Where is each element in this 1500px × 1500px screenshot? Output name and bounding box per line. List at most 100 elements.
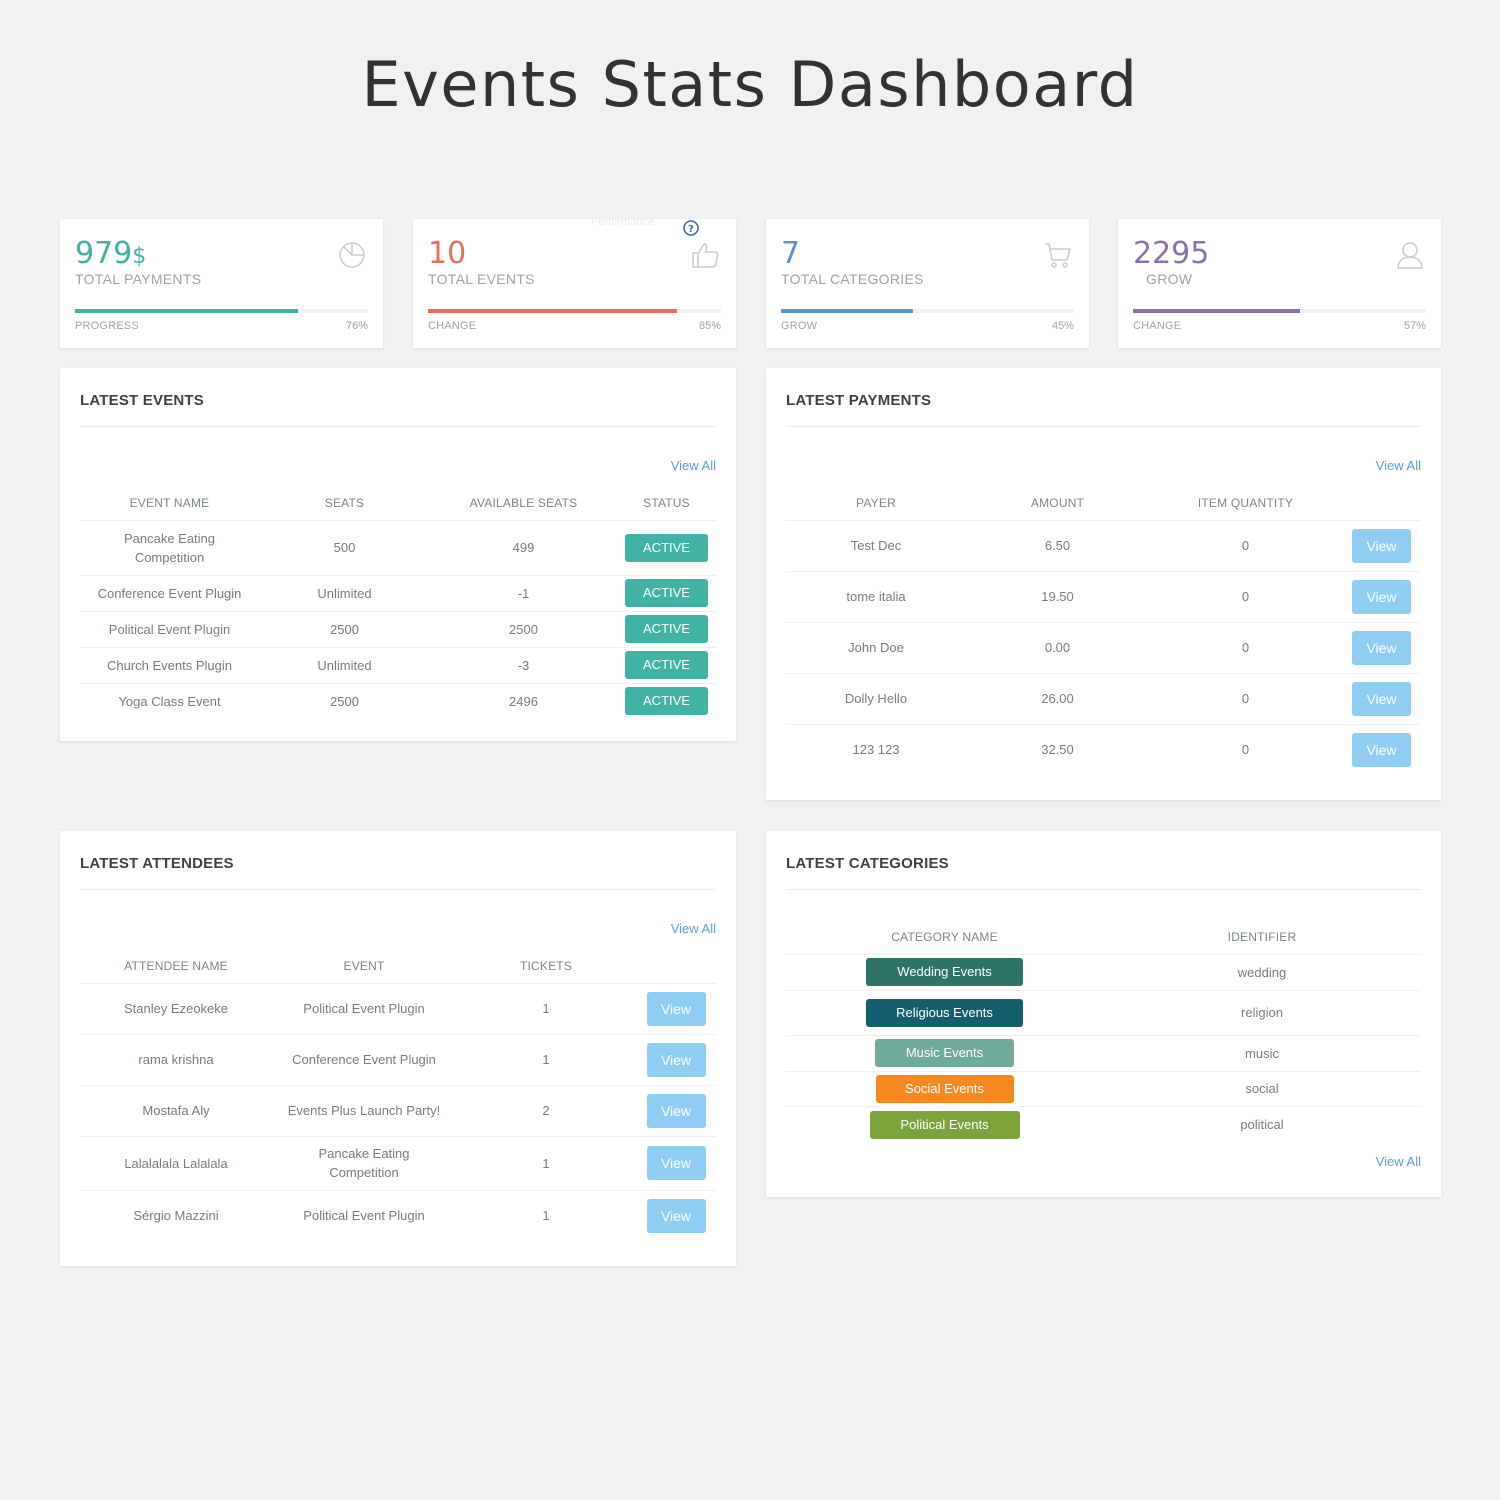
status-badge: ACTIVE <box>625 651 708 679</box>
attendee-tickets: 1 <box>456 983 636 1035</box>
thumbs-up-icon <box>692 243 719 268</box>
stat-card-grow: 2295 GROW CHANGE 57% <box>1118 219 1441 348</box>
pie-chart-icon <box>339 242 365 268</box>
action-cell: View <box>1342 622 1421 674</box>
progress-track <box>428 309 721 313</box>
status-badge: ACTIVE <box>625 579 708 607</box>
attendee-event: Pancake Eating Competition <box>272 1136 456 1191</box>
view-button[interactable]: View <box>646 1093 706 1128</box>
item-quantity: 0 <box>1149 571 1342 623</box>
event-seats: 2500 <box>330 693 359 709</box>
item-quantity: 0 <box>1149 673 1342 725</box>
attendee-tickets: 1 <box>456 1034 636 1086</box>
category-badge[interactable]: Religious Events <box>866 998 1023 1027</box>
table-row: tome italia 19.50 0 View <box>786 571 1421 623</box>
action-cell: View <box>636 1034 716 1086</box>
question-icon[interactable]: ? <box>683 220 699 236</box>
progress-fill <box>1133 309 1300 313</box>
attendee-name: Sérgio Mazzini <box>133 1208 219 1224</box>
view-button[interactable]: View <box>1352 579 1411 614</box>
progress-track <box>781 309 1074 313</box>
action-cell: View <box>1342 520 1421 572</box>
stat-card-total-payments: 979$ TOTAL PAYMENTS PROGRESS 76% <box>60 219 383 348</box>
table-row: Social Events social <box>786 1071 1421 1107</box>
category-badge[interactable]: Political Events <box>869 1110 1020 1139</box>
table-header-row: CATEGORY NAME IDENTIFIER <box>786 920 1421 955</box>
action-cell: View <box>636 1190 716 1241</box>
event-name: Church Events Plugin <box>80 647 259 684</box>
payer-name: Test Dec <box>786 520 966 572</box>
event-seats: 2500 <box>259 611 430 648</box>
cart-icon <box>1045 243 1071 268</box>
event-available-seats: 2500 <box>430 611 617 648</box>
table-row: rama krishna Conference Event Plugin 1 V… <box>80 1034 716 1086</box>
status-cell: ACTIVE <box>617 683 716 719</box>
view-all-link[interactable]: View All <box>671 458 716 473</box>
column-header: AMOUNT <box>966 486 1149 521</box>
table-row: Sérgio Mazzini Political Event Plugin 1 … <box>80 1190 716 1241</box>
view-button[interactable]: View <box>646 1198 706 1233</box>
payment-amount: 26.00 <box>966 673 1149 725</box>
stat-card-total-categories: 7 TOTAL CATEGORIES GROW 45% <box>766 219 1089 348</box>
view-button[interactable]: View <box>1352 528 1411 563</box>
table-header-row: ATTENDEE NAME EVENT TICKETS <box>80 949 716 984</box>
attendee-event: Political Event Plugin <box>272 983 456 1035</box>
event-name: Yoga Class Event <box>118 693 221 709</box>
progress-fill <box>428 309 678 313</box>
stat-sub-label: CHANGE <box>1133 320 1182 332</box>
payment-amount: 6.50 <box>966 520 1149 572</box>
attendee-name: Lalalalala Lalalala <box>80 1136 272 1191</box>
category-identifier: political <box>1240 1117 1284 1133</box>
event-available-seats: 499 <box>430 520 617 576</box>
view-button[interactable]: View <box>1352 630 1411 665</box>
latest-payments-panel: LATEST PAYMENTS View All PAYER AMOUNT IT… <box>766 368 1441 800</box>
latest-categories-panel: LATEST CATEGORIES CATEGORY NAME IDENTIFI… <box>766 831 1441 1197</box>
status-badge: ACTIVE <box>625 687 708 716</box>
category-badge[interactable]: Music Events <box>875 1039 1014 1067</box>
column-header: AVAILABLE SEATS <box>430 486 617 521</box>
divider <box>786 426 1421 427</box>
stat-percent: 76% <box>345 320 368 332</box>
category-badge[interactable]: Social Events <box>875 1074 1014 1103</box>
view-all-link[interactable]: View All <box>671 921 716 936</box>
table-row: Stanley Ezeokeke Political Event Plugin … <box>80 983 716 1035</box>
view-button[interactable]: View <box>1352 681 1411 716</box>
stat-sub-label: CHANGE <box>428 320 477 332</box>
performance-tooltip: Performance <box>591 216 654 228</box>
column-header: SEATS <box>259 486 430 521</box>
attendee-name: Stanley Ezeokeke <box>80 983 272 1035</box>
table-row: Religious Events religion <box>786 990 1421 1036</box>
stat-value: 979$ <box>75 236 147 271</box>
view-all-link[interactable]: View All <box>1376 458 1421 473</box>
action-cell: View <box>1342 571 1421 623</box>
table-row: Political Events political <box>786 1106 1421 1143</box>
event-seats: 500 <box>259 520 430 576</box>
category-cell: Political Events <box>786 1106 1103 1143</box>
table-row: 123 123 32.50 0 View <box>786 724 1421 775</box>
column-header <box>1342 486 1421 521</box>
column-header: TICKETS <box>456 949 636 984</box>
stat-card-total-events: Performance ? 10 TOTAL EVENTS CHANGE 85% <box>413 216 736 348</box>
status-badge: ACTIVE <box>625 615 708 643</box>
user-icon <box>1397 242 1423 269</box>
stat-percent: 45% <box>1051 320 1074 332</box>
view-button[interactable]: View <box>1352 732 1411 767</box>
category-cell: Wedding Events <box>786 954 1103 991</box>
view-button[interactable]: View <box>646 1042 706 1077</box>
view-button[interactable]: View <box>646 1146 706 1180</box>
action-cell: View <box>1342 724 1421 775</box>
attendee-tickets: 1 <box>456 1136 636 1191</box>
table-row: Lalalalala Lalalala Pancake Eating Compe… <box>80 1136 716 1191</box>
event-name: Political Event Plugin <box>80 611 259 648</box>
table-row: Church Events Plugin Unlimited -3 ACTIVE <box>80 647 716 684</box>
category-badge[interactable]: Wedding Events <box>866 958 1023 986</box>
attendee-event: Political Event Plugin <box>303 1208 425 1224</box>
table-row: Conference Event Plugin Unlimited -1 ACT… <box>80 575 716 612</box>
view-button[interactable]: View <box>646 991 706 1026</box>
column-header: ATTENDEE NAME <box>80 949 272 984</box>
stat-label: TOTAL EVENTS <box>428 271 535 287</box>
event-available-seats: -3 <box>430 647 617 684</box>
progress-fill <box>75 309 298 313</box>
view-all-link[interactable]: View All <box>1376 1154 1421 1169</box>
payments-table: PAYER AMOUNT ITEM QUANTITY Test Dec 6.50… <box>786 486 1421 775</box>
